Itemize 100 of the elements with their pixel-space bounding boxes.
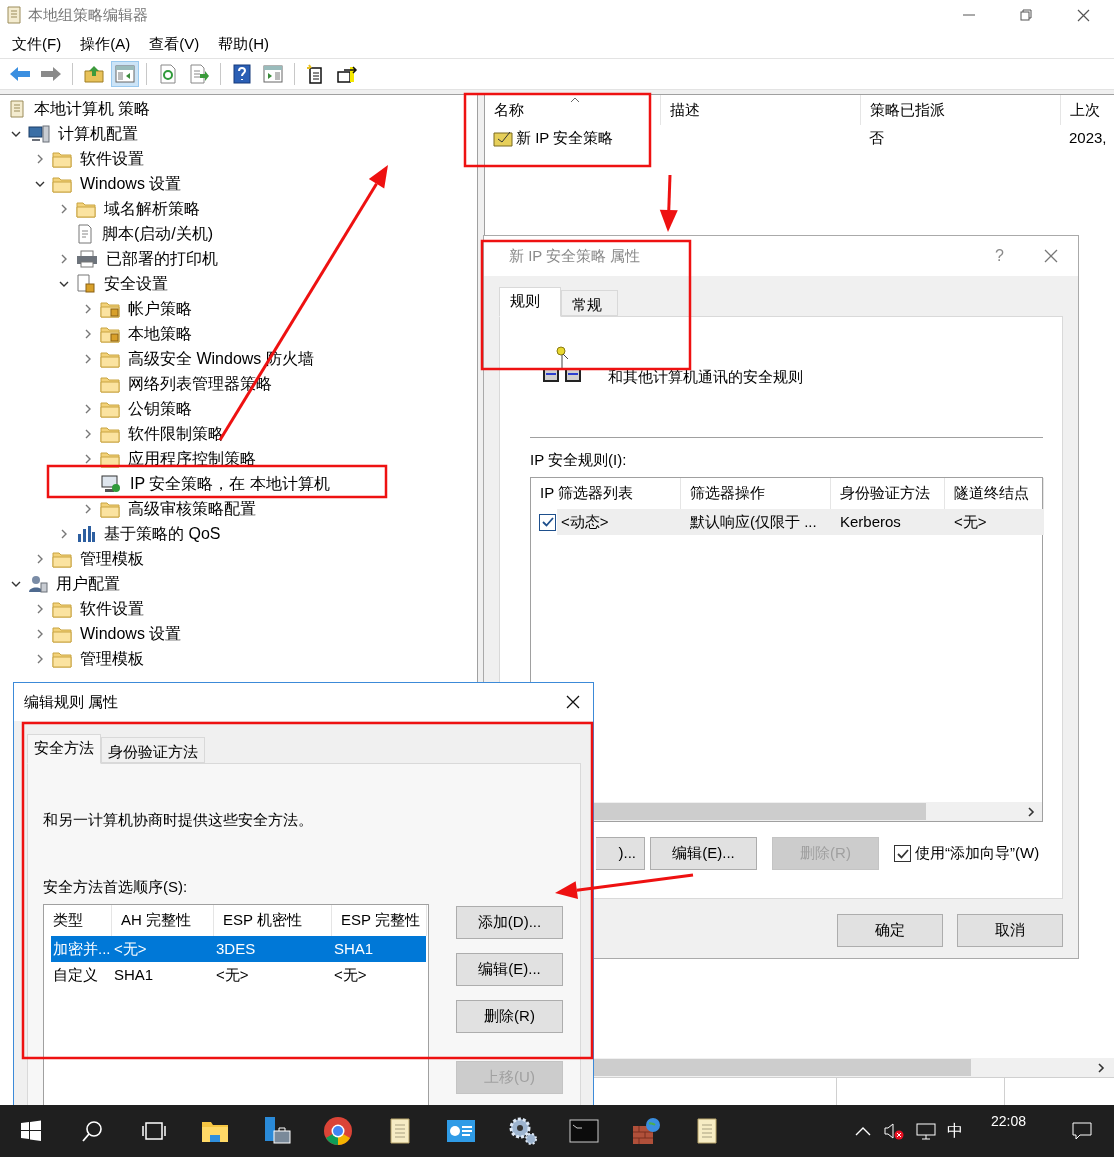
list-cell-text: 2023,: [1069, 127, 1107, 148]
tree-item[interactable]: 脚本(启动/关机): [102, 221, 214, 246]
menu-item[interactable]: 文件(F): [12, 32, 62, 56]
tree-item[interactable]: Windows 设置: [80, 171, 182, 196]
folder-icon: [76, 199, 96, 218]
folder-icon: [100, 424, 120, 443]
menu-item[interactable]: 操作(A): [80, 32, 131, 56]
tree-item[interactable]: 域名解析策略: [104, 196, 200, 221]
checkbox-label[interactable]: 使用“添加向导”(W): [915, 842, 1040, 865]
table-cell-text: <无>: [333, 964, 368, 985]
bar-chart-icon: [76, 523, 96, 544]
dialog-button[interactable]: 编辑(E)...: [456, 953, 563, 986]
tree-item[interactable]: 应用程序控制策略: [128, 446, 256, 471]
control-panel-icon[interactable]: [446, 1118, 477, 1144]
browser-icon[interactable]: [323, 1116, 354, 1146]
order-label: 安全方法首选顺序(S):: [43, 878, 189, 896]
tree-item[interactable]: 管理模板: [80, 646, 144, 671]
tree-item[interactable]: 管理模板: [80, 546, 144, 571]
tree-item[interactable]: 计算机配置: [58, 121, 138, 146]
table-row[interactable]: 加密并... <无> 3DES SHA1: [51, 936, 426, 962]
table-cell-text: <无>: [215, 964, 250, 985]
dialog-button[interactable]: 删除(R): [456, 1000, 563, 1033]
folder-icon: [52, 649, 72, 668]
windows-logo-icon[interactable]: [19, 1120, 42, 1142]
folder-icon: [52, 549, 72, 568]
close-icon[interactable]: [1077, 8, 1090, 22]
refresh-icon[interactable]: [159, 64, 177, 84]
table-cell-text: <无>: [113, 938, 148, 959]
dialog-button[interactable]: 确定: [837, 914, 943, 947]
dialog-title: 编辑规则 属性: [24, 691, 119, 712]
folder-icon: [100, 449, 120, 468]
table-cell-text: 自定义: [52, 964, 99, 985]
tree-item[interactable]: 基于策略的 QoS: [104, 521, 221, 546]
checkmark-icon: [896, 848, 909, 859]
policy-folder-icon: [493, 129, 513, 147]
close-icon[interactable]: [566, 695, 580, 709]
printer-icon: [76, 249, 98, 268]
tab[interactable]: 安全方法: [27, 734, 101, 764]
menu-item[interactable]: 查看(V): [149, 32, 200, 56]
tab[interactable]: 规则: [499, 287, 561, 317]
input-method-indicator[interactable]: 中: [946, 1119, 963, 1143]
description-text: 和其他计算机通讯的安全规则: [608, 366, 803, 387]
tree-item[interactable]: 公钥策略: [128, 396, 192, 421]
folder-icon: [100, 499, 120, 518]
sort-caret-icon: [570, 97, 580, 103]
folder-icon: [100, 399, 120, 418]
gears-icon[interactable]: [507, 1116, 538, 1146]
checkbox[interactable]: [539, 513, 556, 531]
column-header[interactable]: 策略已指派: [861, 95, 1061, 125]
tree-item[interactable]: 软件设置: [80, 596, 144, 621]
dialog-button[interactable]: )...: [596, 837, 645, 870]
tree-item[interactable]: 帐户策略: [128, 296, 192, 321]
column-header[interactable]: 描述: [661, 95, 861, 125]
menu-item[interactable]: 帮助(H): [218, 32, 269, 56]
firewall-icon[interactable]: [630, 1116, 661, 1146]
tree-item[interactable]: 本地策略: [128, 321, 192, 346]
tab[interactable]: 身份验证方法: [101, 737, 205, 763]
speaker-muted-icon[interactable]: [882, 1122, 905, 1140]
chevron-right-icon[interactable]: [1026, 805, 1036, 818]
checkbox[interactable]: [894, 845, 911, 862]
tree-item[interactable]: 本地计算机 策略: [34, 96, 151, 121]
list-cell[interactable]: 新 IP 安全策略: [516, 126, 614, 150]
dialog-button[interactable]: 编辑(E)...: [650, 837, 757, 870]
column-header[interactable]: 名称: [485, 95, 661, 125]
locked-folder-icon: [100, 324, 120, 343]
table-cell-text: <无>: [953, 511, 988, 532]
task-view-icon[interactable]: [141, 1121, 166, 1141]
folder-icon[interactable]: [201, 1119, 230, 1143]
list-cell-text: 否: [869, 127, 884, 148]
tree-item[interactable]: 已部署的打印机: [106, 246, 218, 271]
computer-key-icon: [100, 473, 122, 494]
tree-item[interactable]: 用户配置: [56, 571, 120, 596]
maximize-icon[interactable]: [1020, 9, 1032, 21]
scroll-icon: [6, 6, 22, 24]
table-cell-text: 3DES: [215, 938, 257, 959]
dialog-button[interactable]: 添加(D)...: [456, 906, 563, 939]
tree-item[interactable]: IP 安全策略，在 本地计算机: [130, 471, 330, 496]
terminal-icon[interactable]: [569, 1119, 600, 1143]
monitor-icon[interactable]: [914, 1122, 937, 1140]
table-cell-text: 默认响应(仅限于 ...: [689, 511, 818, 532]
user-icon: [28, 574, 48, 593]
chevron-up-icon[interactable]: [854, 1126, 871, 1136]
dialog-button[interactable]: 取消: [957, 914, 1063, 947]
tree-item[interactable]: 安全设置: [104, 271, 168, 296]
chevron-right-icon[interactable]: [1096, 1061, 1106, 1074]
description-text: 和另一计算机协商时提供这些安全方法。: [43, 811, 314, 829]
notification-icon[interactable]: [1072, 1122, 1092, 1140]
rules-label: IP 安全规则(I):: [530, 451, 628, 469]
help-icon[interactable]: [233, 64, 251, 84]
tree-item[interactable]: 高级审核策略配置: [128, 496, 256, 521]
tree-item[interactable]: 软件限制策略: [128, 421, 224, 446]
tree-item[interactable]: 软件设置: [80, 146, 144, 171]
locked-folder-icon: [100, 299, 120, 318]
tab[interactable]: 常规: [561, 290, 618, 316]
network-key-icon: [542, 345, 582, 385]
clock[interactable]: 22:08: [990, 1111, 1026, 1132]
tree-item[interactable]: Windows 设置: [80, 621, 182, 646]
help-button[interactable]: ?: [995, 244, 1004, 268]
column-header[interactable]: 上次: [1061, 95, 1114, 125]
search-icon[interactable]: [81, 1120, 104, 1142]
